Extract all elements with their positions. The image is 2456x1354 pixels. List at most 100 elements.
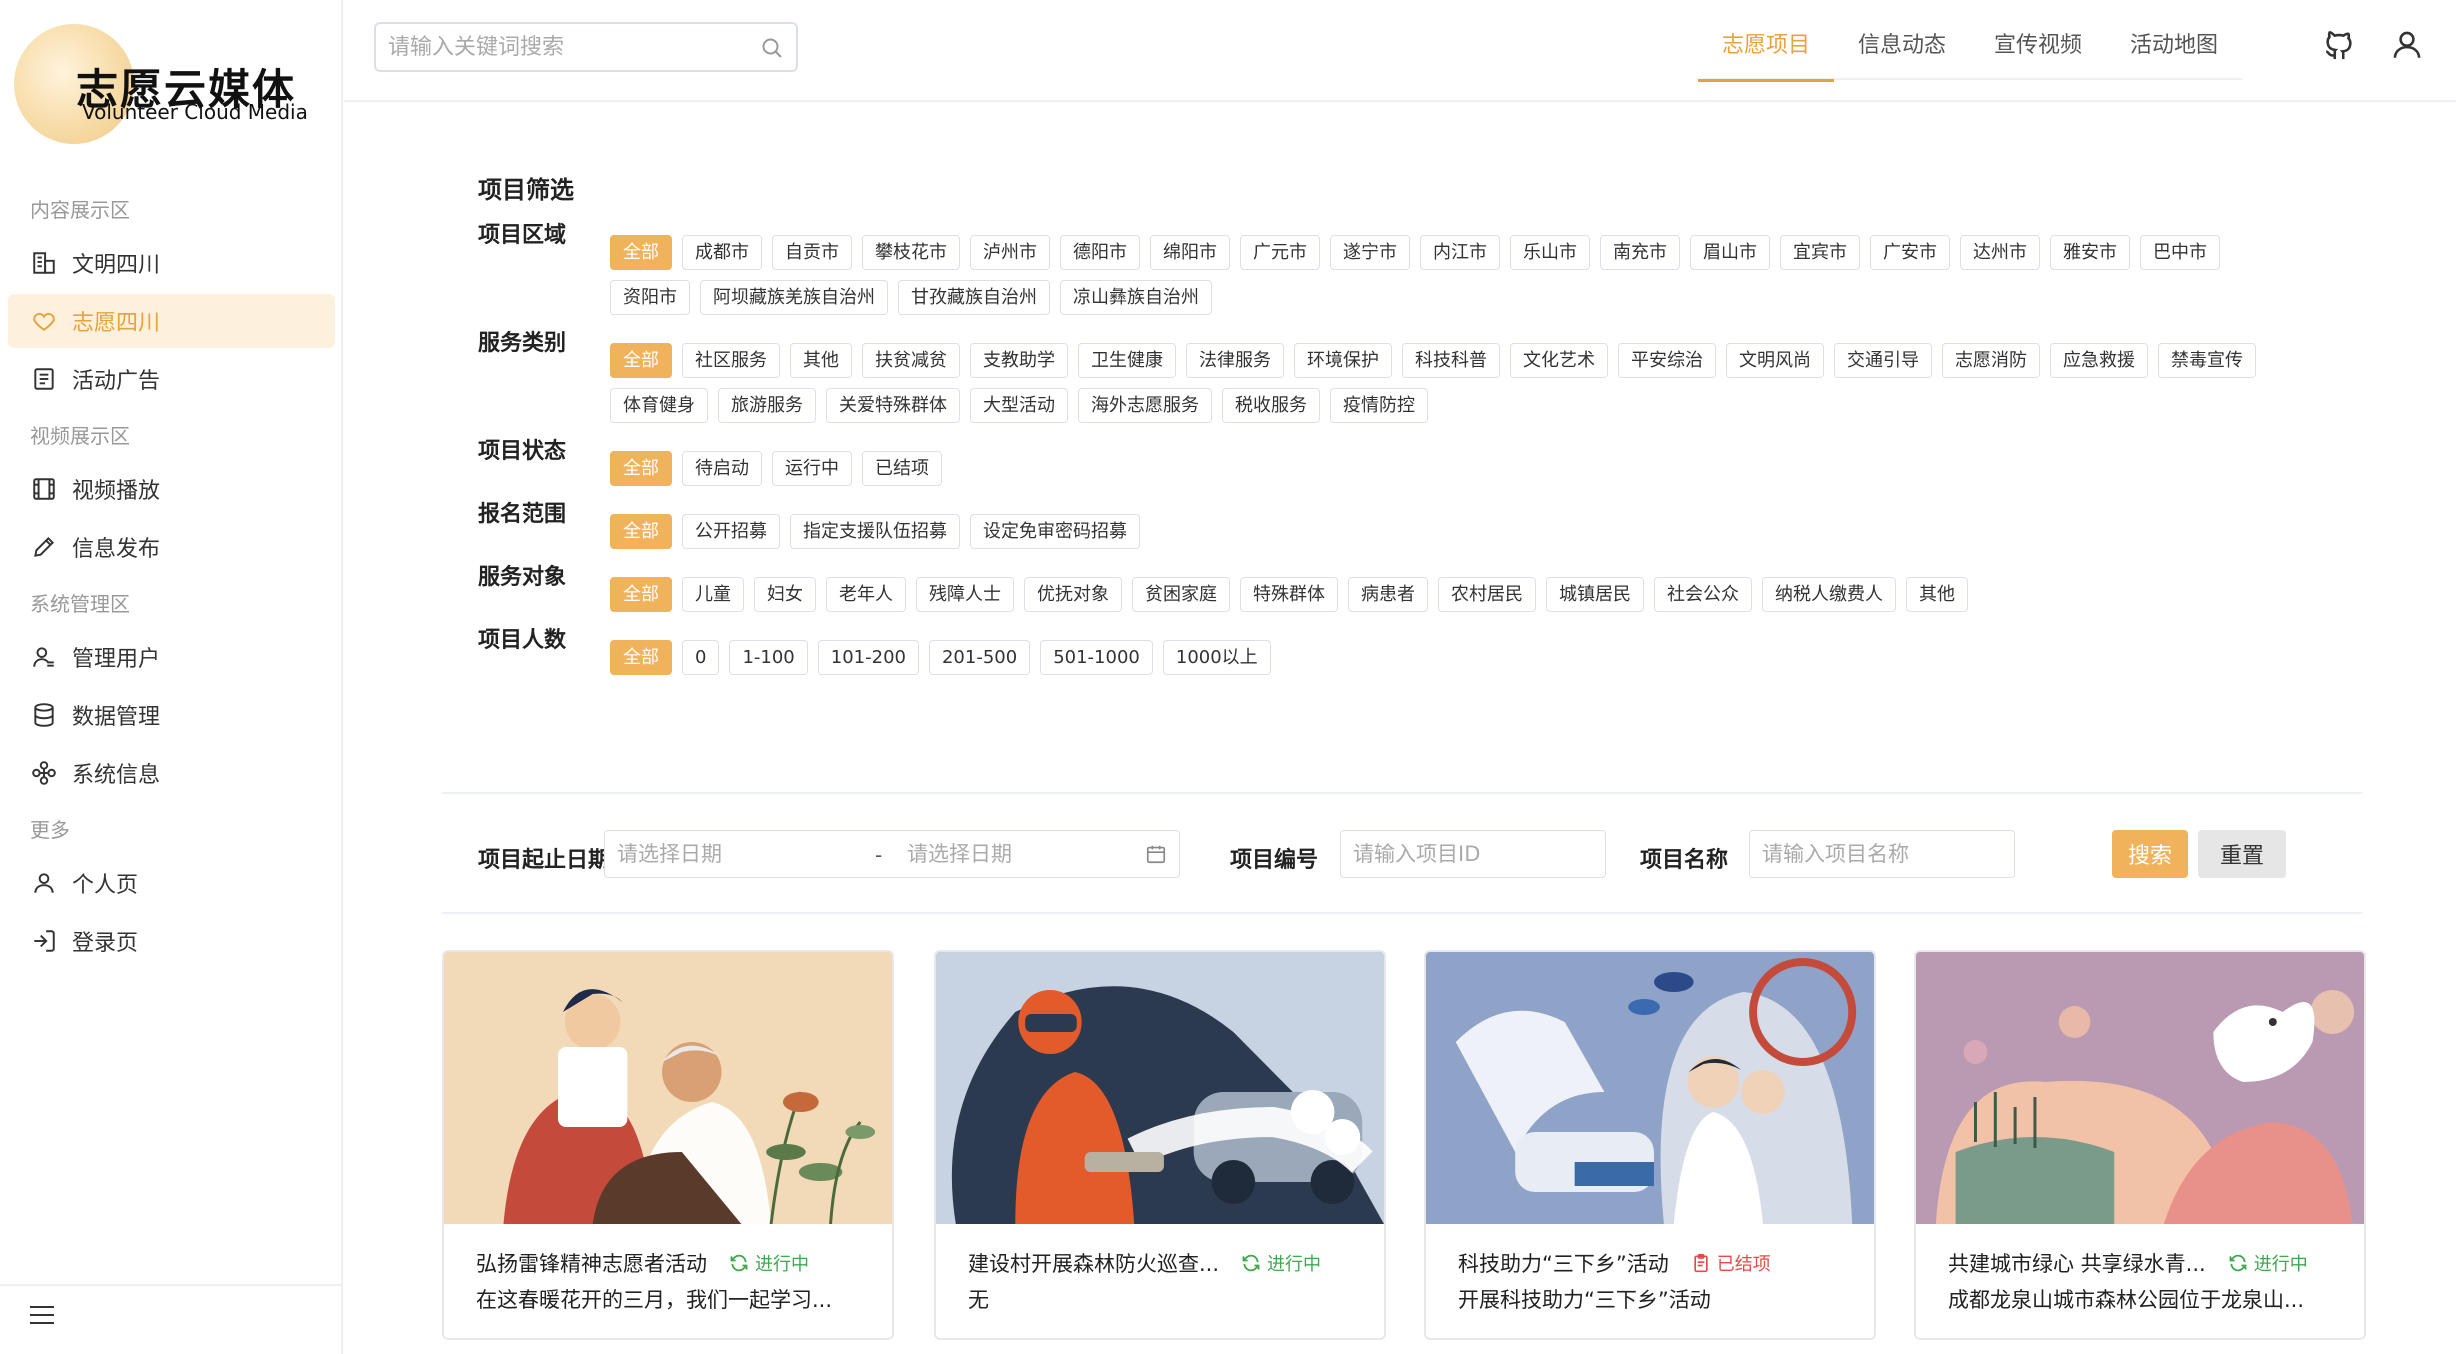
filter-tag[interactable]: 妇女	[754, 577, 816, 612]
project-name-input[interactable]	[1750, 831, 2014, 877]
filter-tag[interactable]: 全部	[610, 343, 672, 378]
filter-tag[interactable]: 501-1000	[1040, 640, 1153, 675]
filter-tag[interactable]: 遂宁市	[1330, 235, 1410, 270]
filter-tag[interactable]: 101-200	[817, 640, 919, 675]
filter-tag[interactable]: 攀枝花市	[862, 235, 960, 270]
filter-tag[interactable]: 阿坝藏族羌族自治州	[700, 280, 888, 315]
menu-toggle-icon[interactable]	[30, 1306, 54, 1330]
filter-tag[interactable]: 大型活动	[970, 388, 1068, 423]
logo[interactable]: 志愿云媒体 Volunteer Cloud Media	[14, 24, 334, 144]
filter-tag[interactable]: 贫困家庭	[1132, 577, 1230, 612]
filter-tag[interactable]: 平安综治	[1618, 343, 1716, 378]
calendar-icon[interactable]	[1145, 843, 1167, 865]
sidebar-item[interactable]: 文明四川	[8, 236, 335, 290]
filter-tag[interactable]: 泸州市	[970, 235, 1050, 270]
filter-tag[interactable]: 应急救援	[2050, 343, 2148, 378]
sidebar-item[interactable]: 信息发布	[8, 520, 335, 574]
filter-tag[interactable]: 资阳市	[610, 280, 690, 315]
sidebar-item[interactable]: 管理用户	[8, 630, 335, 684]
filter-tag[interactable]: 宜宾市	[1780, 235, 1860, 270]
filter-tag[interactable]: 税收服务	[1222, 388, 1320, 423]
filter-tag[interactable]: 201-500	[928, 640, 1031, 675]
nav-tab[interactable]: 志愿项目	[1698, 0, 1835, 82]
filter-tag[interactable]: 绵阳市	[1150, 235, 1230, 270]
filter-tag[interactable]: 儿童	[682, 577, 744, 612]
filter-tag[interactable]: 凉山彝族自治州	[1060, 280, 1212, 315]
project-card[interactable]: 建设村开展森林防火巡查... 进行中 无	[934, 950, 1386, 1340]
filter-tag[interactable]: 公开招募	[682, 514, 780, 549]
sidebar-item[interactable]: 个人页	[8, 856, 335, 910]
nav-tab[interactable]: 宣传视频	[1970, 0, 2106, 80]
sidebar-item[interactable]: 活动广告	[8, 352, 335, 406]
filter-tag[interactable]: 广元市	[1240, 235, 1320, 270]
filter-tag[interactable]: 科技科普	[1402, 343, 1500, 378]
reset-button[interactable]: 重置	[2198, 830, 2286, 878]
filter-tag[interactable]: 运行中	[772, 451, 852, 486]
filter-tag[interactable]: 全部	[610, 640, 672, 675]
filter-tag[interactable]: 南充市	[1600, 235, 1680, 270]
end-date-input[interactable]	[895, 831, 1135, 877]
filter-tag[interactable]: 达州市	[1960, 235, 2040, 270]
project-card[interactable]: 共建城市绿心 共享绿水青... 进行中 成都龙泉山城市森林公园位于龙泉山...	[1914, 950, 2366, 1340]
filter-tag[interactable]: 巴中市	[2140, 235, 2220, 270]
start-date-input[interactable]	[605, 831, 855, 877]
filter-tag[interactable]: 已结项	[862, 451, 942, 486]
nav-tab[interactable]: 活动地图	[2106, 0, 2242, 80]
filter-tag[interactable]: 体育健身	[610, 388, 708, 423]
user-account-icon[interactable]	[2390, 28, 2424, 62]
sidebar-item[interactable]: 数据管理	[8, 688, 335, 742]
filter-tag[interactable]: 海外志愿服务	[1078, 388, 1212, 423]
project-card[interactable]: 科技助力“三下乡”活动 已结项 开展科技助力“三下乡”活动	[1424, 950, 1876, 1340]
filter-tag[interactable]: 自贡市	[772, 235, 852, 270]
filter-tag[interactable]: 全部	[610, 451, 672, 486]
filter-tag[interactable]: 特殊群体	[1240, 577, 1338, 612]
filter-tag[interactable]: 卫生健康	[1078, 343, 1176, 378]
filter-tag[interactable]: 全部	[610, 235, 672, 270]
sidebar-item[interactable]: 视频播放	[8, 462, 335, 516]
filter-tag[interactable]: 禁毒宣传	[2158, 343, 2256, 378]
project-id-input[interactable]	[1341, 831, 1605, 877]
search-input[interactable]	[376, 24, 736, 70]
filter-tag[interactable]: 广安市	[1870, 235, 1950, 270]
filter-tag[interactable]: 志愿消防	[1942, 343, 2040, 378]
filter-tag[interactable]: 德阳市	[1060, 235, 1140, 270]
sidebar-item[interactable]: 登录页	[8, 914, 335, 968]
filter-tag[interactable]: 社区服务	[682, 343, 780, 378]
filter-tag[interactable]: 眉山市	[1690, 235, 1770, 270]
filter-tag[interactable]: 1000以上	[1162, 640, 1271, 675]
filter-tag[interactable]: 雅安市	[2050, 235, 2130, 270]
filter-tag[interactable]: 社会公众	[1654, 577, 1752, 612]
filter-tag[interactable]: 法律服务	[1186, 343, 1284, 378]
filter-tag[interactable]: 文化艺术	[1510, 343, 1608, 378]
filter-tag[interactable]: 设定免审密码招募	[970, 514, 1140, 549]
filter-tag[interactable]: 待启动	[682, 451, 762, 486]
filter-tag[interactable]: 指定支援队伍招募	[790, 514, 960, 549]
github-icon[interactable]	[2322, 28, 2356, 62]
filter-tag[interactable]: 其他	[790, 343, 852, 378]
filter-tag[interactable]: 全部	[610, 514, 672, 549]
search-icon[interactable]	[760, 36, 784, 60]
filter-tag[interactable]: 1-100	[729, 640, 808, 675]
project-card[interactable]: 弘扬雷锋精神志愿者活动 进行中 在这春暖花开的三月，我们一起学习...	[442, 950, 894, 1340]
filter-tag[interactable]: 成都市	[682, 235, 762, 270]
filter-tag[interactable]: 交通引导	[1834, 343, 1932, 378]
filter-tag[interactable]: 关爱特殊群体	[826, 388, 960, 423]
nav-tab[interactable]: 信息动态	[1834, 0, 1970, 80]
filter-tag[interactable]: 乐山市	[1510, 235, 1590, 270]
filter-tag[interactable]: 残障人士	[916, 577, 1014, 612]
filter-tag[interactable]: 扶贫减贫	[862, 343, 960, 378]
filter-tag[interactable]: 全部	[610, 577, 672, 612]
filter-tag[interactable]: 内江市	[1420, 235, 1500, 270]
filter-tag[interactable]: 疫情防控	[1330, 388, 1428, 423]
filter-tag[interactable]: 支教助学	[970, 343, 1068, 378]
filter-tag[interactable]: 农村居民	[1438, 577, 1536, 612]
filter-tag[interactable]: 文明风尚	[1726, 343, 1824, 378]
filter-tag[interactable]: 老年人	[826, 577, 906, 612]
search-button[interactable]: 搜索	[2112, 830, 2188, 878]
filter-tag[interactable]: 纳税人缴费人	[1762, 577, 1896, 612]
filter-tag[interactable]: 旅游服务	[718, 388, 816, 423]
filter-tag[interactable]: 其他	[1906, 577, 1968, 612]
filter-tag[interactable]: 甘孜藏族自治州	[898, 280, 1050, 315]
filter-tag[interactable]: 病患者	[1348, 577, 1428, 612]
sidebar-item[interactable]: 志愿四川	[8, 294, 335, 348]
